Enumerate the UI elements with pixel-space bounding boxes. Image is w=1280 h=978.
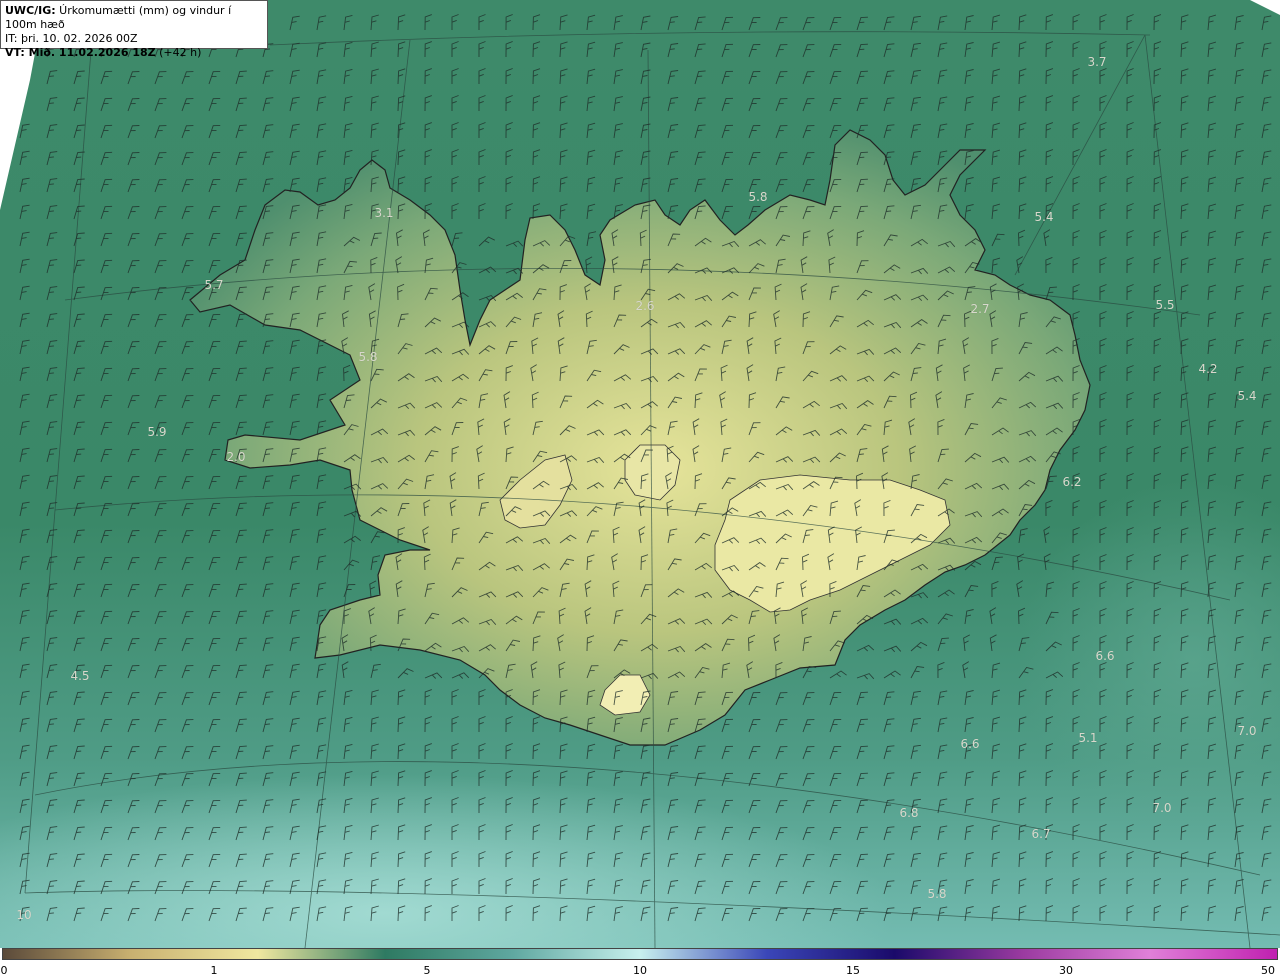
colorbar-tick: 1	[210, 964, 218, 977]
map-value-label: 4.2	[1198, 362, 1218, 376]
colorbar-tick: 30	[1059, 964, 1073, 977]
map-value-label: 2.6	[635, 299, 655, 313]
lead-time: (+42 h)	[155, 46, 202, 59]
colorbar-tick: 10	[633, 964, 647, 977]
map-header: UWC/IG: Úrkomumætti (mm) og vindur í 100…	[0, 0, 268, 59]
colorbar: 0 1 5 10 15 30 50	[0, 948, 1280, 978]
colorbar-tick: 0	[0, 964, 8, 977]
map-value-label: 5.4	[1237, 389, 1257, 403]
map-area: UWC/IG: Úrkomumætti (mm) og vindur í 100…	[0, 0, 1280, 948]
map-value-label: 5.1	[1078, 731, 1098, 745]
initial-time: IT: þri. 10. 02. 2026 00Z	[5, 32, 138, 45]
map-value-label: 10	[16, 908, 32, 922]
map-value-label: 5.8	[927, 887, 947, 901]
colorbar-tick: 50	[1261, 964, 1275, 977]
precip-map	[0, 0, 1280, 948]
map-value-label: 5.8	[358, 350, 378, 364]
map-value-label: 3.7	[1087, 55, 1107, 69]
map-value-label: 5.9	[147, 425, 167, 439]
header-line-1: UWC/IG: Úrkomumætti (mm) og vindur í 100…	[5, 4, 263, 32]
map-value-label: 7.0	[1237, 724, 1257, 738]
map-value-label: 6.6	[1095, 649, 1115, 663]
header-line-3: VT: Mið. 11.02.2026 18Z (+42 h)	[5, 46, 263, 60]
valid-time: VT: Mið. 11.02.2026 18Z	[5, 46, 156, 59]
map-value-label: 6.8	[899, 806, 919, 820]
map-value-label: 2.7	[970, 302, 990, 316]
map-value-label: 3.1	[374, 206, 394, 220]
colorbar-tick: 15	[846, 964, 860, 977]
map-value-label: 7.0	[1152, 801, 1172, 815]
map-value-label: 6.2	[1062, 475, 1082, 489]
map-value-label: 5.8	[748, 190, 768, 204]
map-value-label: 5.4	[1034, 210, 1054, 224]
map-value-label: 2.0	[226, 450, 246, 464]
colorbar-tick: 5	[423, 964, 431, 977]
model-label: UWC/IG:	[5, 4, 56, 17]
map-value-label: 5.7	[204, 278, 224, 292]
map-value-label: 4.5	[70, 669, 90, 683]
map-value-label: 5.5	[1155, 298, 1175, 312]
colorbar-strip	[2, 948, 1278, 960]
map-value-label: 6.7	[1031, 827, 1051, 841]
map-value-label: 6.6	[960, 737, 980, 751]
